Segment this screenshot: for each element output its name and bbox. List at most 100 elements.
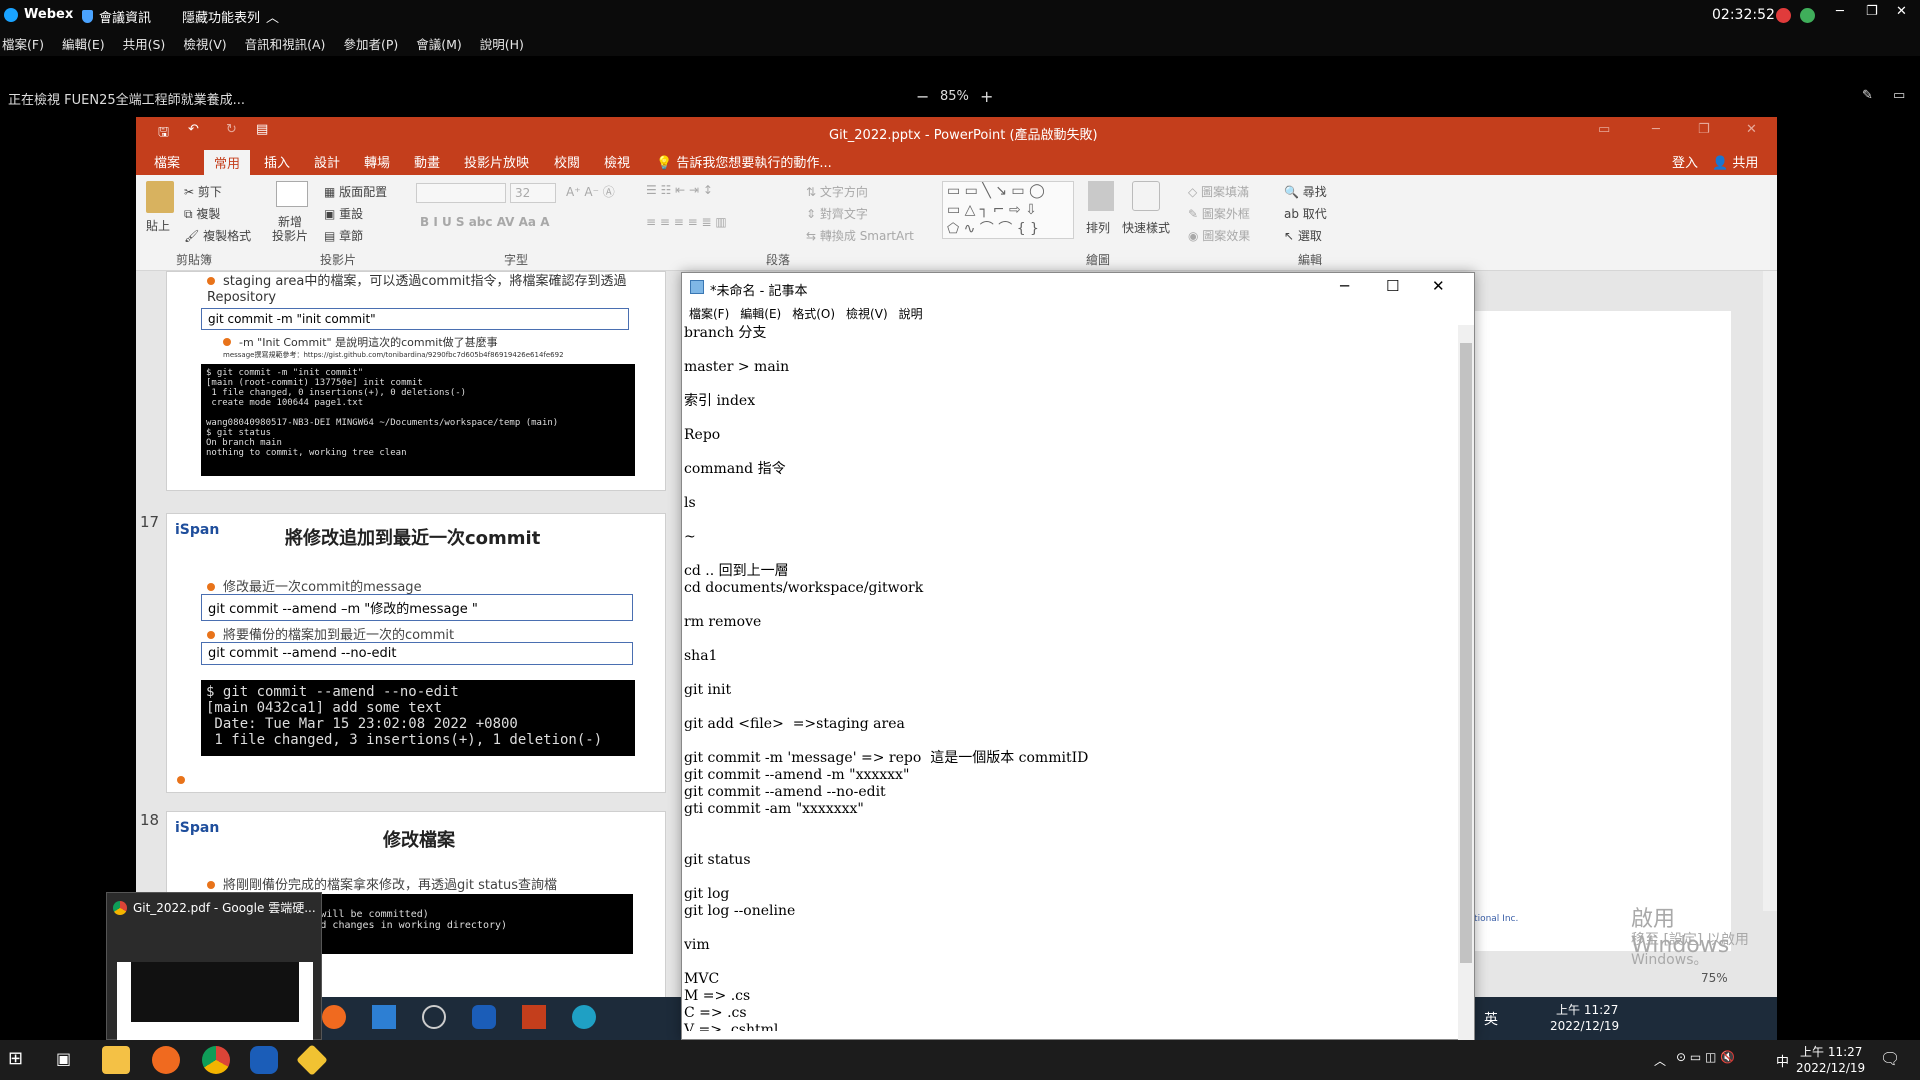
slide-scrollbar[interactable] xyxy=(1763,271,1777,911)
close-button[interactable]: ✕ xyxy=(1896,4,1907,19)
list-buttons[interactable]: ☰ ☷ ⇤ ⇥ ↕ xyxy=(646,183,713,197)
tab-view[interactable]: 檢視 xyxy=(604,152,630,171)
menu-file[interactable]: 檔案(F) xyxy=(2,34,44,53)
quick-styles-label[interactable]: 快速樣式 xyxy=(1122,219,1170,236)
ppt-ribbon-display-icon[interactable]: ▭ xyxy=(1598,122,1610,137)
np-menu-format[interactable]: 格式(O) xyxy=(792,305,835,322)
replace-button[interactable]: ab 取代 xyxy=(1284,205,1327,222)
chrome-taskbar-icon[interactable] xyxy=(202,1046,230,1074)
task-view-icon[interactable]: ▣ xyxy=(56,1049,71,1068)
tell-me-box[interactable]: 💡 告訴我您想要執行的動作... xyxy=(656,152,832,171)
select-button[interactable]: ↖ 選取 xyxy=(1284,227,1322,244)
scrollbar-thumb[interactable] xyxy=(1460,343,1472,963)
layout-button[interactable]: ▦ 版面配置 xyxy=(324,183,387,200)
slideshow-icon[interactable]: ▤ xyxy=(256,122,268,137)
notepad-maximize-button[interactable]: ☐ xyxy=(1386,277,1399,295)
meeting-info-button[interactable]: 會議資訊 xyxy=(82,7,151,26)
chat-icon[interactable]: ▭ xyxy=(1893,88,1905,103)
clock-time[interactable]: 上午 11:27 xyxy=(1800,1043,1862,1060)
paste-icon[interactable] xyxy=(146,181,174,213)
tab-home[interactable]: 常用 xyxy=(204,150,251,175)
np-menu-help[interactable]: 說明 xyxy=(899,305,923,322)
text-direction-button[interactable]: ⇅ 文字方向 xyxy=(806,183,868,200)
firefox-taskbar-icon[interactable] xyxy=(152,1046,180,1074)
clock-date[interactable]: 2022/12/19 xyxy=(1796,1061,1865,1075)
minimize-button[interactable]: ─ xyxy=(1836,4,1844,19)
align-text-button[interactable]: ⇕ 對齊文字 xyxy=(806,205,868,222)
notepad-scrollbar[interactable] xyxy=(1458,325,1474,1041)
align-buttons[interactable]: ≡ ≡ ≡ ≡ ≣ ▥ xyxy=(646,215,727,229)
vscode-icon[interactable] xyxy=(372,1005,396,1029)
np-menu-file[interactable]: 檔案(F) xyxy=(689,305,729,322)
ppt-maximize-button[interactable]: ❐ xyxy=(1698,122,1710,137)
reset-button[interactable]: ▣ 重設 xyxy=(324,205,363,222)
menu-meeting[interactable]: 會議(M) xyxy=(416,34,462,53)
zoom-out-button[interactable]: − xyxy=(916,87,929,106)
tab-review[interactable]: 校閱 xyxy=(554,152,580,171)
annotate-icon[interactable]: ✎ xyxy=(1862,88,1873,103)
section-button[interactable]: ▤ 章節 xyxy=(324,227,363,244)
sign-in-link[interactable]: 登入 xyxy=(1672,152,1698,171)
tab-file[interactable]: 檔案 xyxy=(154,152,180,171)
new-slide-icon[interactable] xyxy=(276,181,308,207)
zoom-in-button[interactable]: + xyxy=(980,87,993,106)
copy-button[interactable]: ⧉ 複製 xyxy=(184,205,220,222)
show-hidden-icons[interactable]: ︿ xyxy=(1654,1052,1666,1069)
menu-share[interactable]: 共用(S) xyxy=(123,34,166,53)
tab-insert[interactable]: 插入 xyxy=(264,152,290,171)
ppt-close-button[interactable]: ✕ xyxy=(1746,122,1757,137)
notifications-icon[interactable]: 🗨 xyxy=(1880,1049,1900,1068)
paste-label[interactable]: 貼上 xyxy=(146,217,170,234)
powerpoint-taskbar-icon[interactable] xyxy=(522,1005,546,1029)
pinned-app-icon[interactable] xyxy=(296,1044,328,1076)
notepad-close-button[interactable]: ✕ xyxy=(1432,277,1445,295)
find-button[interactable]: 🔍 尋找 xyxy=(1284,183,1327,200)
webex-local-icon[interactable] xyxy=(250,1046,278,1074)
notepad-minimize-button[interactable]: ─ xyxy=(1340,277,1349,295)
arrange-label[interactable]: 排列 xyxy=(1086,219,1110,236)
share-button[interactable]: 👤 共用 xyxy=(1712,152,1758,171)
restore-button[interactable]: ❐ xyxy=(1866,4,1878,19)
hide-toolbar-button[interactable]: 隱藏功能表列 ︿ xyxy=(182,7,279,26)
smartart-button[interactable]: ⇆ 轉換成 SmartArt xyxy=(806,227,914,244)
shape-effects-button[interactable]: ◉ 圖案效果 xyxy=(1188,227,1250,244)
remote-ime[interactable]: 英 xyxy=(1484,1009,1498,1029)
save-icon[interactable]: 🖫 xyxy=(158,123,169,145)
slide-thumbnail-17[interactable]: iSpan 將修改追加到最近一次commit 修改最近一次commit的mess… xyxy=(166,513,666,793)
ime-indicator[interactable]: 中 xyxy=(1776,1051,1789,1070)
notepad-text-area[interactable]: branch 分支 master > main 索引 index Repo co… xyxy=(682,325,1460,1031)
np-menu-view[interactable]: 檢視(V) xyxy=(846,305,888,322)
firefox-icon[interactable] xyxy=(322,1005,346,1029)
slide-thumbnail-16[interactable]: staging area中的檔案，可以透過commit指令，將檔案確認存到透過R… xyxy=(166,271,666,491)
tab-transitions[interactable]: 轉場 xyxy=(364,152,390,171)
font-grow-icon[interactable]: A⁺ A⁻ Ⓐ xyxy=(566,183,615,200)
format-painter-button[interactable]: 🖌 複製格式 xyxy=(184,227,251,244)
cut-button[interactable]: ✂ 剪下 xyxy=(184,183,222,200)
webex-taskbar-icon[interactable] xyxy=(472,1005,496,1029)
tray-icons[interactable]: ⊙ ▭ ◫ 🔇 xyxy=(1676,1050,1735,1064)
menu-help[interactable]: 說明(H) xyxy=(480,34,524,53)
redo-icon[interactable]: ↻ xyxy=(226,122,237,137)
start-button[interactable]: ⊞ xyxy=(8,1048,23,1069)
taskbar-thumbnail-popup[interactable]: Git_2022.pdf - Google 雲端硬... xyxy=(106,892,322,1070)
font-style-buttons[interactable]: B I U S abc AV Aa A xyxy=(420,215,549,229)
shape-fill-button[interactable]: ◇ 圖案填滿 xyxy=(1188,183,1249,200)
shapes-gallery[interactable]: ▭ ▭ ╲ ↘ ▭ ◯ ▭ △ ┐ ⌐ ⇨ ⇩ ⬠ ∿ ⌒ ⌒ { } xyxy=(942,181,1074,239)
ppt-minimize-button[interactable]: ─ xyxy=(1652,122,1660,137)
new-slide-label[interactable]: 新增 投影片 xyxy=(272,215,308,243)
arrange-icon[interactable] xyxy=(1088,181,1114,211)
menu-audio-video[interactable]: 音訊和視訊(A) xyxy=(245,34,326,53)
tab-design[interactable]: 設計 xyxy=(314,152,340,171)
menu-edit[interactable]: 編輯(E) xyxy=(62,34,105,53)
font-size-select[interactable]: 32 xyxy=(510,183,556,203)
undo-icon[interactable]: ↶ xyxy=(188,122,199,137)
file-explorer-icon[interactable] xyxy=(102,1046,130,1074)
obs-icon[interactable] xyxy=(422,1005,446,1029)
menu-view[interactable]: 檢視(V) xyxy=(183,34,226,53)
menu-participants[interactable]: 參加者(P) xyxy=(343,34,398,53)
quick-styles-icon[interactable] xyxy=(1132,181,1160,211)
font-name-select[interactable] xyxy=(416,183,506,203)
tab-slideshow[interactable]: 投影片放映 xyxy=(464,152,529,171)
shape-outline-button[interactable]: ✎ 圖案外框 xyxy=(1188,205,1250,222)
tab-animations[interactable]: 動畫 xyxy=(414,152,440,171)
